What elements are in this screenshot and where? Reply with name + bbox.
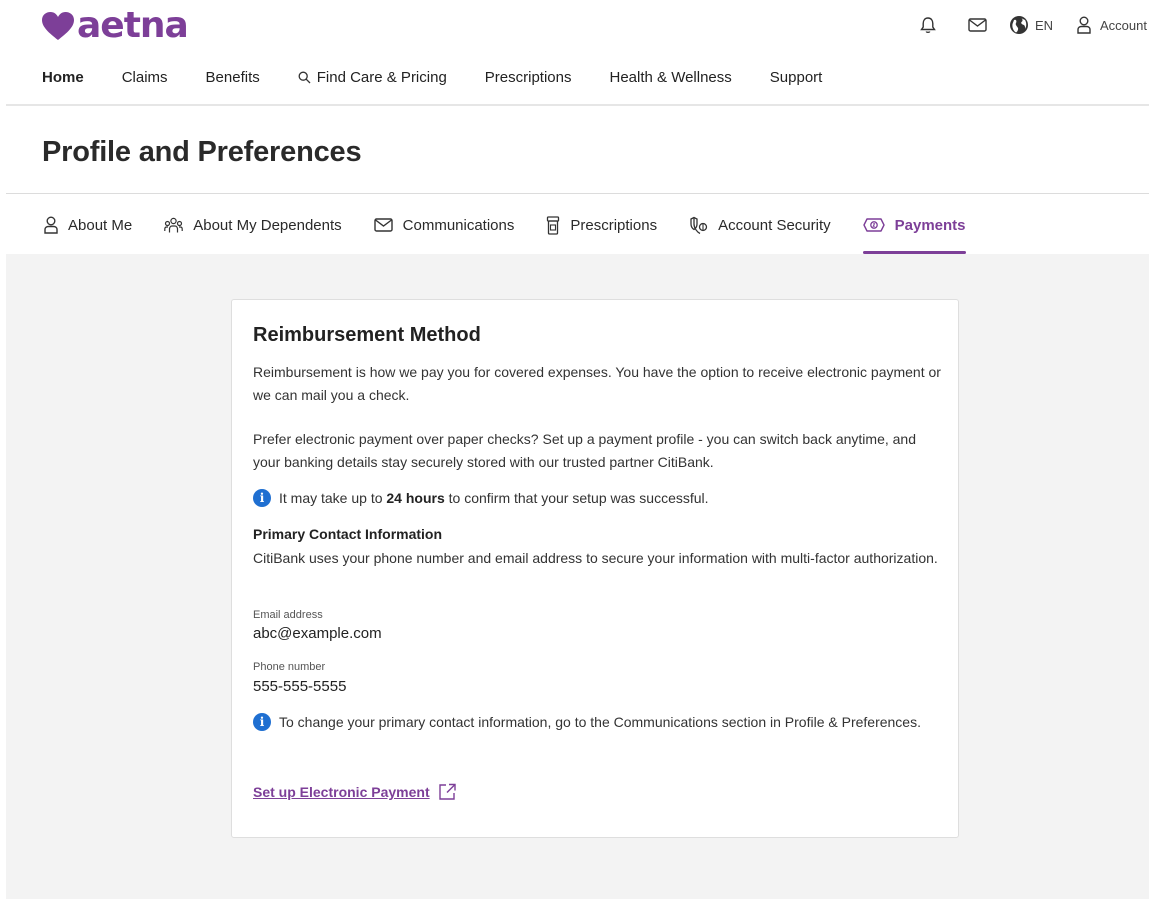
electronic-payment-paragraph: Prefer electronic payment over paper che… xyxy=(253,431,917,470)
nav-health-wellness[interactable]: Health & Wellness xyxy=(610,69,732,86)
shield-icon xyxy=(690,216,708,234)
tab-communications[interactable]: Communications xyxy=(373,210,515,240)
notice-text-after: to confirm that your setup was successfu… xyxy=(444,490,709,506)
notice-text-bold: 24 hours xyxy=(386,490,445,506)
aetna-logo[interactable]: aetna xyxy=(41,5,189,46)
messages-button[interactable] xyxy=(968,18,987,32)
contact-change-notice: i To change your primary contact informa… xyxy=(253,711,933,734)
tab-account-security[interactable]: Account Security xyxy=(689,210,831,240)
heart-icon xyxy=(42,12,74,40)
nav-find-care[interactable]: Find Care & Pricing xyxy=(298,69,447,86)
nav-label: Prescriptions xyxy=(484,69,572,86)
tab-label: Prescriptions xyxy=(570,216,658,234)
nav-prescriptions[interactable]: Prescriptions xyxy=(485,69,572,86)
pill-bottle-icon xyxy=(547,215,560,235)
contact-heading: Primary Contact Information xyxy=(253,526,443,542)
nav-support[interactable]: Support xyxy=(770,69,823,86)
contact-description: CitiBank uses your phone number and emai… xyxy=(253,550,938,566)
search-icon xyxy=(298,71,311,84)
tab-about-me[interactable]: About Me xyxy=(44,210,132,240)
person-icon xyxy=(1077,16,1091,34)
person-icon xyxy=(44,216,58,234)
tab-label: About Me xyxy=(68,216,133,234)
reimbursement-card: Reimbursement Method Reimbursement is ho… xyxy=(231,299,959,838)
link-label: Set up Electronic Payment xyxy=(253,784,430,800)
setup-time-notice: i It may take up to 24 hours to confirm … xyxy=(253,487,933,510)
nav-label: Benefits xyxy=(205,69,260,86)
globe-icon xyxy=(1009,16,1028,34)
tab-about-my-dependents[interactable]: About My Dependents xyxy=(164,210,342,240)
account-label: Account xyxy=(1100,17,1147,33)
tab-label: Payments xyxy=(894,216,966,234)
external-link-icon xyxy=(438,783,456,800)
info-icon: i xyxy=(253,713,271,731)
logo-wordmark: aetna xyxy=(77,5,189,46)
utility-bar: EN Account xyxy=(920,13,1147,37)
nav-label: Home xyxy=(42,69,84,86)
account-menu[interactable]: Account xyxy=(1077,16,1147,34)
info-icon: i xyxy=(253,489,271,507)
page-title: Profile and Preferences xyxy=(42,136,362,168)
notice-text-before: It may take up to xyxy=(279,490,387,506)
notice-text: To change your primary contact informati… xyxy=(279,714,921,730)
tab-label: Communications xyxy=(402,216,515,234)
phone-label: Phone number xyxy=(253,661,326,673)
profile-tabs: About Me About My Dependents Communicati… xyxy=(44,210,998,254)
email-value: abc@example.com xyxy=(253,625,382,642)
tab-prescriptions[interactable]: Prescriptions xyxy=(546,210,657,240)
nav-claims[interactable]: Claims xyxy=(122,69,168,86)
nav-label: Health & Wellness xyxy=(609,69,732,86)
notifications-button[interactable] xyxy=(920,16,936,34)
language-selector[interactable]: EN xyxy=(1009,15,1053,35)
nav-home[interactable]: Home xyxy=(42,69,84,86)
global-header: aetna EN Account Home Claims Benefits Fi… xyxy=(0,0,1149,106)
intro-paragraph: Reimbursement is how we pay you for cove… xyxy=(253,364,941,403)
tab-label: Account Security xyxy=(718,216,831,234)
mail-icon xyxy=(968,18,987,32)
setup-electronic-payment-link[interactable]: Set up Electronic Payment xyxy=(253,783,457,801)
header-divider xyxy=(6,104,1149,106)
language-label: EN xyxy=(1034,17,1054,33)
tab-payments[interactable]: Payments xyxy=(862,210,966,254)
phone-value: 555-555-5555 xyxy=(253,678,347,695)
notice-text: It may take up to 24 hours to confirm th… xyxy=(279,487,709,510)
email-label: Email address xyxy=(253,609,323,621)
mail-icon xyxy=(373,218,393,232)
nav-label: Claims xyxy=(121,69,168,86)
nav-label: Find Care & Pricing xyxy=(316,69,447,86)
payment-icon xyxy=(862,218,885,232)
nav-label: Support xyxy=(769,69,823,86)
tab-label: About My Dependents xyxy=(193,216,342,234)
card-title: Reimbursement Method xyxy=(253,324,481,346)
title-divider xyxy=(6,193,1149,194)
nav-benefits[interactable]: Benefits xyxy=(206,69,260,86)
bell-icon xyxy=(920,17,936,34)
main-navigation: Home Claims Benefits Find Care & Pricing… xyxy=(42,69,860,86)
people-icon xyxy=(164,217,184,232)
